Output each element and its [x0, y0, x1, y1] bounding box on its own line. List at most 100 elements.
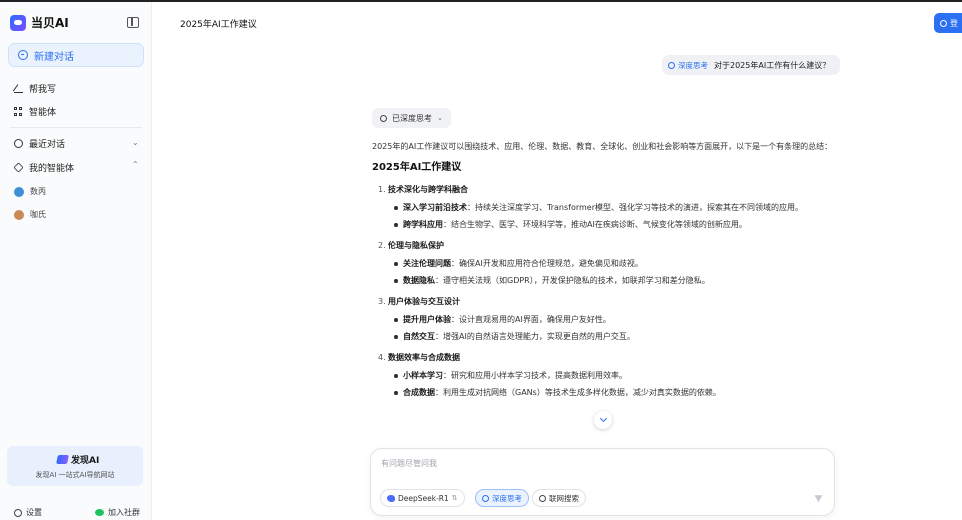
sidebar-item-write[interactable]: 帮我写 — [14, 82, 56, 95]
chevron-down-icon — [599, 414, 607, 423]
globe-icon — [539, 494, 546, 502]
brand-name: 当贝AI — [31, 16, 69, 30]
list-item-bold: 小样本学习 — [403, 371, 443, 380]
list-item-bold: 深入学习前沿技术 — [403, 203, 467, 212]
list-item-text: ：确保AI开发和应用符合伦理规范，避免偏见和歧视。 — [451, 259, 643, 268]
thought-label: 已深度思考 — [392, 113, 432, 123]
gear-icon — [14, 508, 22, 517]
message-input[interactable] — [381, 459, 821, 468]
chevron-down-icon[interactable]: ⌄ — [132, 138, 139, 147]
list-item-bold: 关注伦理问题 — [403, 259, 451, 268]
answer-sections: 1. 技术深化与跨学科融合 深入学习前沿技术：持续关注深度学习、Transforme… — [372, 182, 834, 406]
login-label: 登 — [950, 18, 958, 28]
atom-icon — [668, 61, 675, 69]
chat-bubble-icon — [18, 50, 28, 60]
list-item-text: ：结合生物学、医学、环境科学等，推动AI在疾病诊断、气候变化等领域的创新应用。 — [443, 220, 747, 229]
list-item: 深入学习前沿技术：持续关注深度学习、Transformer模型、强化学习等技术的… — [372, 200, 834, 215]
sidebar-divider — [10, 127, 142, 128]
section-title-text: 伦理与隐私保护 — [388, 241, 444, 250]
list-item-text: ：设计直观易用的AI界面，确保用户友好性。 — [451, 315, 611, 324]
chevron-down-icon: ⌄ — [437, 114, 443, 122]
section-number: 4. — [378, 353, 386, 362]
page-title: 2025年AI工作建议 — [180, 20, 257, 30]
login-button[interactable]: 登 — [934, 13, 962, 33]
section-title: 2. 伦理与隐私保护 — [372, 238, 834, 253]
section-title: 3. 用户体验与交互设计 — [372, 294, 834, 309]
section-title-text: 数据效率与合成数据 — [388, 353, 460, 362]
avatar — [14, 186, 24, 197]
model-selector[interactable]: DeepSeek-R1 ⇅ — [380, 489, 465, 507]
answer-heading: 2025年AI工作建议 — [372, 162, 462, 173]
list-item: 数据隐私：遵守相关法规（如GDPR），开发保护隐私的技术，如联邦学习和差分隐私。 — [372, 273, 834, 288]
list-item-text: ：持续关注深度学习、Transformer模型、强化学习等技术的演进，探索其在不… — [467, 203, 804, 212]
send-button[interactable] — [810, 488, 828, 506]
section-number: 2. — [378, 241, 386, 250]
deep-think-label: 深度思考 — [492, 493, 522, 503]
list-item-bold: 数据隐私 — [403, 276, 435, 285]
list-item-bold: 跨学科应用 — [403, 220, 443, 229]
join-community-button[interactable]: 加入社群 — [95, 507, 140, 518]
web-search-label: 联网搜索 — [549, 493, 579, 503]
sidebar-item-agents[interactable]: 智能体 — [14, 105, 56, 118]
user-icon — [940, 19, 947, 27]
answer-intro: 2025年的AI工作建议可以围绕技术、应用、伦理、数据、教育、全球化、创业和社会… — [372, 142, 833, 151]
list-item: 关注伦理问题：确保AI开发和应用符合伦理规范，避免偏见和歧视。 — [372, 256, 834, 271]
new-chat-label: 新建对话 — [34, 51, 74, 63]
settings-label: 设置 — [26, 508, 42, 517]
brand[interactable]: 当贝AI — [10, 14, 69, 31]
wechat-icon — [95, 509, 104, 516]
list-item: 小样本学习：研究和应用小样本学习技术，提高数据利用效率。 — [372, 368, 834, 383]
sidebar-my-agents[interactable]: 我的智能体 — [13, 161, 75, 174]
promo-title: 发现AI — [56, 453, 100, 466]
agent-item[interactable]: 数丙 — [14, 186, 46, 197]
agent-icon — [13, 162, 24, 173]
list-item-text: ：遵守相关法规（如GDPR），开发保护隐私的技术，如联邦学习和差分隐私。 — [435, 276, 710, 285]
agent-item[interactable]: 咖氏 — [14, 209, 46, 220]
sidebar-item-label: 我的智能体 — [29, 164, 75, 174]
agent-name: 数丙 — [30, 187, 46, 196]
model-label: DeepSeek-R1 — [398, 493, 449, 503]
deepseek-logo-icon — [387, 494, 395, 502]
chat-icon — [14, 139, 23, 148]
sidebar-collapse-icon[interactable] — [127, 17, 139, 28]
brand-logo-icon — [10, 14, 26, 31]
grid-icon — [14, 107, 23, 116]
list-item-bold: 提升用户体验 — [403, 315, 451, 324]
avatar — [14, 209, 24, 220]
scroll-down-button[interactable] — [594, 411, 612, 429]
user-message-text: 对于2025年AI工作有什么建议？ — [714, 60, 831, 70]
section-title: 1. 技术深化与跨学科融合 — [372, 182, 834, 197]
sidebar-item-label: 最近对话 — [29, 140, 66, 150]
list-item-text: ：利用生成对抗网络（GANs）等技术生成多样化数据，减少对真实数据的依赖。 — [435, 388, 721, 397]
ai-logo-icon — [56, 455, 69, 464]
promo-card[interactable]: 发现AI 发现AI 一站式AI导航网站 — [7, 446, 143, 486]
list-item: 提升用户体验：设计直观易用的AI界面，确保用户友好性。 — [372, 312, 834, 327]
deep-think-toggle[interactable]: 深度思考 — [475, 489, 529, 507]
user-message-bubble: 深度思考 对于2025年AI工作有什么建议？ — [662, 55, 841, 75]
section-title-text: 技术深化与跨学科融合 — [388, 185, 468, 194]
sidebar-item-label: 智能体 — [29, 108, 57, 118]
atom-icon — [482, 494, 489, 502]
section-number: 1. — [378, 185, 386, 194]
composer: DeepSeek-R1 ⇅ 深度思考 联网搜索 — [370, 448, 835, 516]
web-search-toggle[interactable]: 联网搜索 — [532, 489, 586, 507]
sidebar: 当贝AI 新建对话 帮我写 智能体 最近对话 ⌄ 我的智能体 ⌃ 数丙 咖氏 发… — [0, 2, 152, 520]
list-item: 跨学科应用：结合生物学、医学、环境科学等，推动AI在疾病诊断、气候变化等领域的创… — [372, 217, 834, 232]
assistant-answer: 2025年的AI工作建议可以围绕技术、应用、伦理、数据、教育、全球化、创业和社会… — [372, 139, 834, 406]
pen-icon — [14, 84, 23, 93]
new-chat-button[interactable]: 新建对话 — [8, 43, 144, 67]
promo-subtitle: 发现AI 一站式AI导航网站 — [35, 471, 115, 479]
promo-title-text: 发现AI — [71, 456, 100, 466]
agent-name: 咖氏 — [30, 210, 46, 219]
list-item: 合成数据：利用生成对抗网络（GANs）等技术生成多样化数据，减少对真实数据的依赖… — [372, 385, 834, 400]
chevron-up-icon[interactable]: ⌃ — [132, 160, 139, 169]
deep-think-tag-label: 深度思考 — [678, 60, 708, 70]
list-item: 自然交互：增强AI的自然语言处理能力，实现更自然的用户交互。 — [372, 329, 834, 344]
send-icon — [813, 491, 825, 503]
thought-toggle[interactable]: 已深度思考 ⌄ — [372, 108, 451, 128]
settings-button[interactable]: 设置 — [14, 507, 42, 518]
community-label: 加入社群 — [108, 508, 140, 517]
sidebar-recent-chats[interactable]: 最近对话 — [14, 137, 65, 150]
switch-icon: ⇅ — [451, 494, 458, 502]
list-item-text: ：研究和应用小样本学习技术，提高数据利用效率。 — [443, 371, 627, 380]
